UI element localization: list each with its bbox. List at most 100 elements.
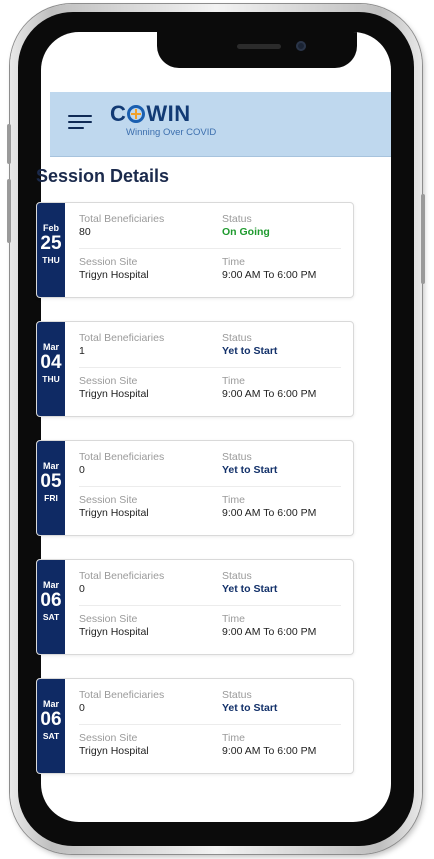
hamburger-menu-icon[interactable] xyxy=(68,115,92,131)
session-status: Status Yet to Start xyxy=(222,332,277,358)
session-weekday: THU xyxy=(42,255,60,265)
session-date: Mar 06 SAT xyxy=(37,560,65,654)
card-divider xyxy=(79,605,341,606)
volume-button xyxy=(7,179,11,243)
session-site-value: Trigyn Hospital xyxy=(79,745,149,757)
logo-wordmark: C WIN xyxy=(110,101,216,127)
total-beneficiaries-label: Total Beneficiaries xyxy=(79,213,165,225)
status-value: Yet to Start xyxy=(222,345,278,357)
session-site-value: Trigyn Hospital xyxy=(79,269,149,281)
session-month: Feb xyxy=(42,223,59,233)
session-time: Time 9:00 AM To 6:00 PM xyxy=(222,494,316,520)
plus-in-circle-icon xyxy=(127,105,146,123)
total-beneficiaries-value: 0 xyxy=(79,583,85,595)
session-status: Status Yet to Start xyxy=(222,451,277,477)
total-beneficiaries: Total Beneficiaries 0 xyxy=(79,451,164,477)
total-beneficiaries-value: 0 xyxy=(79,702,85,714)
session-date: Mar 05 FRI xyxy=(37,441,65,535)
session-day: 04 xyxy=(40,352,62,373)
session-site-value: Trigyn Hospital xyxy=(79,388,149,400)
session-date: Mar 06 SAT xyxy=(37,679,65,773)
session-site-value: Trigyn Hospital xyxy=(79,507,149,519)
front-camera xyxy=(296,41,306,51)
time-label: Time xyxy=(222,375,245,387)
total-beneficiaries: Total Beneficiaries 0 xyxy=(79,689,164,715)
session-site-label: Session Site xyxy=(79,613,138,625)
session-time: Time 9:00 AM To 6:00 PM xyxy=(222,613,316,639)
total-beneficiaries-value: 1 xyxy=(79,345,85,357)
status-value: Yet to Start xyxy=(222,464,278,476)
session-card[interactable]: Feb 25 THU Total Beneficiaries 80 Status… xyxy=(36,202,354,298)
time-value: 9:00 AM To 6:00 PM xyxy=(222,745,317,757)
time-label: Time xyxy=(222,256,245,268)
mute-switch xyxy=(7,124,11,164)
session-month: Mar xyxy=(42,461,59,471)
session-card[interactable]: Mar 05 FRI Total Beneficiaries 0 Status … xyxy=(36,440,354,536)
session-month: Mar xyxy=(42,580,59,590)
session-site: Session Site Trigyn Hospital xyxy=(79,732,149,758)
status-value: On Going xyxy=(222,226,270,238)
page-title: Session Details xyxy=(36,166,170,186)
card-divider xyxy=(79,724,341,725)
card-divider xyxy=(79,248,341,249)
session-time: Time 9:00 AM To 6:00 PM xyxy=(222,256,316,282)
session-day: 25 xyxy=(40,233,62,254)
time-label: Time xyxy=(222,494,245,506)
total-beneficiaries-label: Total Beneficiaries xyxy=(79,332,165,344)
total-beneficiaries: Total Beneficiaries 1 xyxy=(79,332,164,358)
time-value: 9:00 AM To 6:00 PM xyxy=(222,626,317,638)
card-divider xyxy=(79,486,341,487)
time-value: 9:00 AM To 6:00 PM xyxy=(222,269,317,281)
session-site-value: Trigyn Hospital xyxy=(79,626,149,638)
session-month: Mar xyxy=(42,699,59,709)
session-card[interactable]: Mar 04 THU Total Beneficiaries 1 Status … xyxy=(36,321,354,417)
total-beneficiaries: Total Beneficiaries 0 xyxy=(79,570,164,596)
status-label: Status xyxy=(222,451,252,463)
total-beneficiaries-label: Total Beneficiaries xyxy=(79,689,165,701)
power-button xyxy=(421,194,425,284)
status-value: Yet to Start xyxy=(222,583,278,595)
total-beneficiaries: Total Beneficiaries 80 xyxy=(79,213,164,239)
session-site: Session Site Trigyn Hospital xyxy=(79,494,149,520)
total-beneficiaries-label: Total Beneficiaries xyxy=(79,570,165,582)
session-weekday: SAT xyxy=(42,612,60,622)
session-date: Mar 04 THU xyxy=(37,322,65,416)
session-site-label: Session Site xyxy=(79,375,138,387)
cowin-logo: C WIN Winning Over COVID xyxy=(110,101,216,138)
status-label: Status xyxy=(222,332,252,344)
app-header: C WIN Winning Over COVID xyxy=(50,92,391,157)
notch xyxy=(157,32,357,68)
total-beneficiaries-value: 80 xyxy=(79,226,91,238)
session-site-label: Session Site xyxy=(79,732,138,744)
status-label: Status xyxy=(222,570,252,582)
session-site-label: Session Site xyxy=(79,256,138,268)
card-divider xyxy=(79,367,341,368)
time-label: Time xyxy=(222,732,245,744)
session-time: Time 9:00 AM To 6:00 PM xyxy=(222,732,316,758)
speaker-grille xyxy=(237,44,281,49)
session-card[interactable]: Mar 06 SAT Total Beneficiaries 0 Status … xyxy=(36,678,354,774)
session-weekday: SAT xyxy=(42,731,60,741)
status-value: Yet to Start xyxy=(222,702,278,714)
total-beneficiaries-label: Total Beneficiaries xyxy=(79,451,165,463)
session-day: 05 xyxy=(40,471,62,492)
time-value: 9:00 AM To 6:00 PM xyxy=(222,388,317,400)
time-value: 9:00 AM To 6:00 PM xyxy=(222,507,317,519)
session-day: 06 xyxy=(40,590,62,611)
session-card[interactable]: Mar 06 SAT Total Beneficiaries 0 Status … xyxy=(36,559,354,655)
logo-text-c: C xyxy=(110,101,127,126)
session-date: Feb 25 THU xyxy=(37,203,65,297)
session-time: Time 9:00 AM To 6:00 PM xyxy=(222,375,316,401)
time-label: Time xyxy=(222,613,245,625)
status-label: Status xyxy=(222,213,252,225)
session-day: 06 xyxy=(40,709,62,730)
session-status: Status Yet to Start xyxy=(222,689,277,715)
session-weekday: FRI xyxy=(44,493,58,503)
session-list: Feb 25 THU Total Beneficiaries 80 Status… xyxy=(36,202,354,774)
session-site: Session Site Trigyn Hospital xyxy=(79,375,149,401)
session-site: Session Site Trigyn Hospital xyxy=(79,613,149,639)
session-weekday: THU xyxy=(42,374,60,384)
session-status: Status On Going xyxy=(222,213,270,239)
logo-tagline: Winning Over COVID xyxy=(126,127,217,138)
total-beneficiaries-value: 0 xyxy=(79,464,85,476)
